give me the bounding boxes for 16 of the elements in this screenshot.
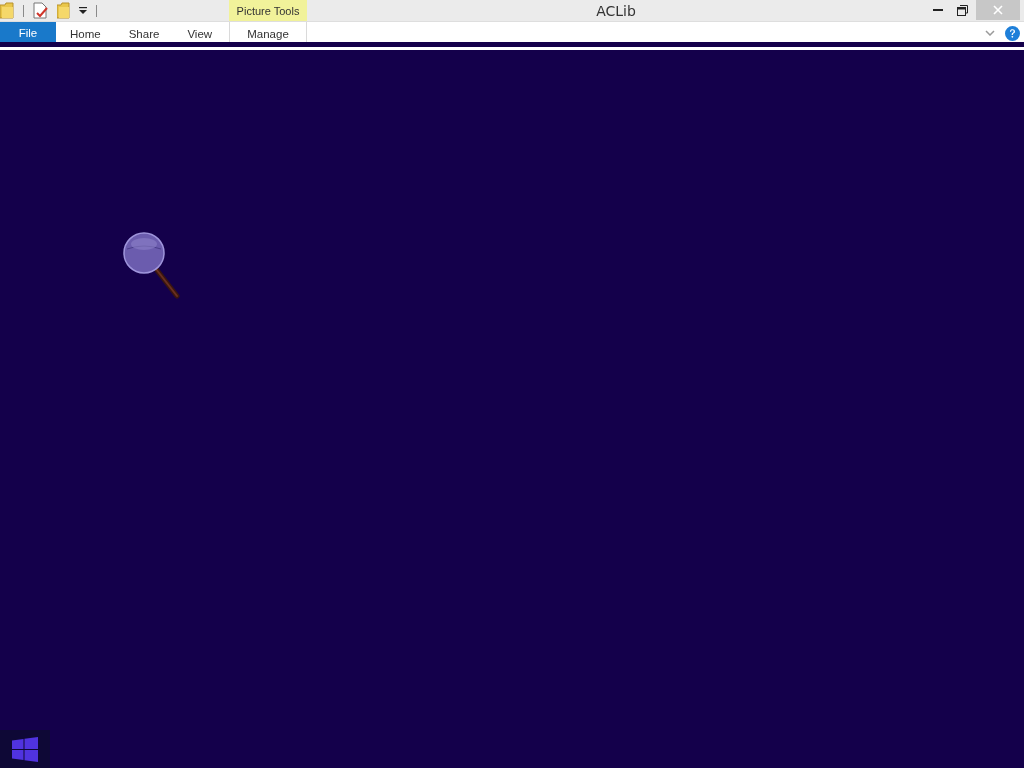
minimize-icon — [932, 9, 943, 11]
ribbon-tab[interactable]: View — [173, 22, 227, 42]
contextual-tab-header: Picture Tools — [229, 0, 307, 21]
dropdown-caret-icon[interactable] — [79, 7, 87, 14]
chevron-down-icon[interactable] — [985, 30, 995, 36]
ribbon-tab[interactable]: Share — [114, 22, 174, 42]
restore-icon — [957, 4, 968, 16]
help-icon[interactable] — [1005, 25, 1020, 41]
magnifier-icon[interactable] — [123, 232, 181, 299]
document-check-icon[interactable] — [33, 2, 48, 19]
ribbon-tab[interactable]: Home — [56, 22, 115, 42]
window-title: ACLib — [595, 2, 637, 21]
close-icon — [993, 5, 1003, 15]
file-tab[interactable]: File — [0, 22, 56, 42]
windows-logo-icon — [12, 736, 38, 762]
start-button[interactable] — [0, 730, 50, 768]
